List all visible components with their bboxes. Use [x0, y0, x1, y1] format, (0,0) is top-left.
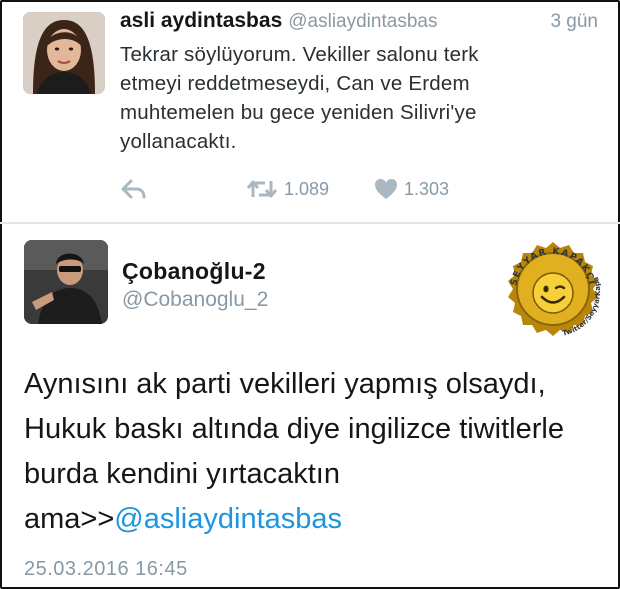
tweet-divider: [0, 222, 620, 224]
tweet-text: Tekrar söylüyorum. Vekiller salonu terk …: [120, 40, 600, 156]
author-handle[interactable]: @asliaydintasbas: [288, 11, 437, 32]
tweet-card-1[interactable]: asli aydintasbas @asliaydintasbas 3 gün T…: [0, 0, 620, 222]
author-name[interactable]: asli aydintasbas: [120, 9, 282, 32]
like-button[interactable]: 1.303: [374, 174, 449, 204]
tweet-timestamp[interactable]: 25.03.2016 16:45: [24, 558, 188, 581]
tweet-time[interactable]: 3 gün: [550, 11, 598, 33]
bottle-cap-logo: SEYYAR KAPAKÇI Twitter/SeyyarKapakci: [498, 232, 602, 338]
author-handle[interactable]: @Cobanoglu_2: [122, 288, 268, 312]
tweet-text: Aynısını ak parti vekilleri yapmış olsay…: [24, 362, 604, 542]
tweet-text-line: Tekrar söylüyorum. Vekiller salonu terk: [120, 43, 479, 66]
avatar[interactable]: [23, 12, 105, 94]
mention-link[interactable]: @asliaydintasbas: [114, 503, 342, 535]
tweet-header: asli aydintasbas @asliaydintasbas 3 gün: [120, 9, 606, 37]
like-count: 1.303: [404, 178, 450, 199]
retweet-button[interactable]: 1.089: [246, 174, 329, 204]
avatar-image: [23, 12, 105, 94]
seyyar-kapakci-watermark: SEYYAR KAPAKÇI Twitter/SeyyarKapakci: [498, 232, 606, 344]
avatar-image: [24, 240, 108, 324]
tweet-text-line: yollanacaktı.: [120, 130, 237, 153]
reply-icon: [121, 179, 146, 199]
heart-icon: [375, 179, 397, 199]
retweet-icon: [246, 180, 278, 198]
author-name[interactable]: Çobanoğlu-2: [122, 258, 266, 285]
reply-button[interactable]: [120, 174, 148, 204]
tweet-text-line: muhtemelen bu gece yeniden Silivri'ye: [120, 101, 477, 124]
tweet-actions: 1.089 1.303: [120, 174, 560, 204]
retweet-count: 1.089: [284, 178, 330, 199]
avatar[interactable]: [24, 240, 108, 324]
tweet-text-line: etmeyi reddetmeseydi, Can ve Erdem: [120, 72, 470, 95]
